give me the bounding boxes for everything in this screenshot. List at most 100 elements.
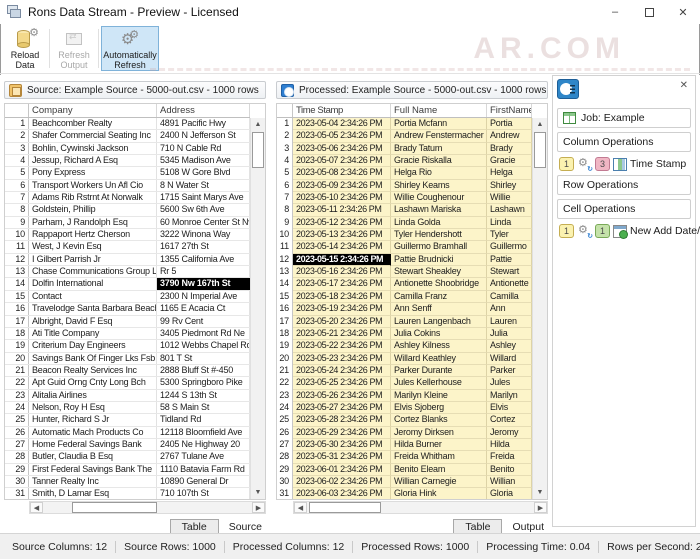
table-row[interactable]: 82023-05-11 2:34:26 PMLashawn MariskaLas… xyxy=(277,204,532,216)
cell[interactable]: Criterium Day Engineers xyxy=(29,340,157,351)
table-row[interactable]: 142023-05-17 2:34:26 PMAntionette Shoobr… xyxy=(277,278,532,290)
table-row[interactable]: 9Parham, J Randolph Esq60 Monroe Center … xyxy=(5,217,250,229)
cell[interactable]: Linda xyxy=(487,217,532,229)
table-row[interactable]: 10Rappaport Hertz Cherson3222 Winona Way xyxy=(5,229,250,241)
cell[interactable]: 2023-05-08 2:34:26 PM xyxy=(293,167,391,179)
cell[interactable]: Andrew Fenstermacher xyxy=(391,130,487,142)
row-number[interactable]: 18 xyxy=(5,328,29,339)
table-row[interactable]: 272023-05-30 2:34:26 PMHilda BurnerHilda xyxy=(277,439,532,451)
cell[interactable]: Savings Bank Of Finger Lks Fsb xyxy=(29,353,157,364)
table-row[interactable]: 24Nelson, Roy H Esq58 S Main St xyxy=(5,402,250,414)
cell[interactable]: Parker Durante xyxy=(391,365,487,377)
cell[interactable]: 99 Rv Cent xyxy=(157,316,250,327)
table-row[interactable]: 18Ati Title Company3405 Piedmont Rd Ne xyxy=(5,328,250,340)
cell[interactable]: Helga Rio xyxy=(391,167,487,179)
cell[interactable]: Ati Title Company xyxy=(29,328,157,339)
reload-data-button[interactable]: ⚙ ReloadData xyxy=(3,26,47,71)
cell[interactable]: Adams Rib Rstrnt At Norwalk xyxy=(29,192,157,203)
cell[interactable]: Brady xyxy=(487,143,532,155)
cell[interactable]: Willie Coughenour xyxy=(391,192,487,204)
row-number[interactable]: 21 xyxy=(277,365,293,377)
row-number[interactable]: 9 xyxy=(5,217,29,228)
scroll-thumb[interactable] xyxy=(309,502,381,513)
row-number[interactable]: 16 xyxy=(5,303,29,314)
cell[interactable]: 2023-05-17 2:34:26 PM xyxy=(293,278,391,290)
tab-output[interactable]: Output xyxy=(512,521,544,533)
table-row[interactable]: 5Pony Express5108 W Gore Blvd xyxy=(5,167,250,179)
cell[interactable]: Jeromy xyxy=(487,427,532,439)
table-row[interactable]: 122023-05-15 2:34:26 PMPattie BrudnickiP… xyxy=(277,254,532,266)
row-number[interactable]: 3 xyxy=(5,143,29,154)
cell[interactable]: 1617 27th St xyxy=(157,241,250,252)
processed-horizontal-scrollbar[interactable]: ◀ ▶ xyxy=(293,501,548,514)
cell[interactable]: Ann xyxy=(487,303,532,315)
cell[interactable]: 8 N Water St xyxy=(157,180,250,191)
table-row[interactable]: 15Contact2300 N Imperial Ave xyxy=(5,291,250,303)
row-header-corner[interactable] xyxy=(5,104,29,117)
table-row[interactable]: 22Apt Guid Orng Cnty Long Bch5300 Spring… xyxy=(5,377,250,389)
cell[interactable]: Camilla Franz xyxy=(391,291,487,303)
cell[interactable]: 2400 N Jefferson St xyxy=(157,130,250,141)
row-number[interactable]: 27 xyxy=(5,439,29,450)
cell[interactable]: 2023-05-04 2:34:26 PM xyxy=(293,118,391,130)
table-row[interactable]: 182023-05-21 2:34:26 PMJulia CokinsJulia xyxy=(277,328,532,340)
cell[interactable]: 2023-05-22 2:34:26 PM xyxy=(293,340,391,352)
row-number[interactable]: 28 xyxy=(5,451,29,462)
table-row[interactable]: 302023-06-02 2:34:26 PMWillian CarnegieW… xyxy=(277,476,532,488)
table-row[interactable]: 8Goldstein, Phillip5600 Sw 6th Ave xyxy=(5,204,250,216)
cell[interactable]: Hilda Burner xyxy=(391,439,487,451)
row-number[interactable]: 13 xyxy=(277,266,293,278)
cell[interactable]: Dolfin International xyxy=(29,278,157,289)
table-row[interactable]: 282023-05-31 2:34:26 PMFreida WhithamFre… xyxy=(277,451,532,463)
row-number[interactable]: 15 xyxy=(277,291,293,303)
cell[interactable]: 710 N Cable Rd xyxy=(157,143,250,154)
cell[interactable]: 2023-05-05 2:34:26 PM xyxy=(293,130,391,142)
cell[interactable]: Shirley Keams xyxy=(391,180,487,192)
tab-source[interactable]: Source xyxy=(229,521,262,533)
cell[interactable]: 2405 Ne Highway 20 xyxy=(157,439,250,450)
cell[interactable]: Elvis xyxy=(487,402,532,414)
cell[interactable]: 2023-05-16 2:34:26 PM xyxy=(293,266,391,278)
row-number[interactable]: 26 xyxy=(5,427,29,438)
cell[interactable]: 3790 Nw 167th St xyxy=(157,278,250,289)
row-header-corner[interactable] xyxy=(277,104,293,117)
cell[interactable]: Tyler Hendershott xyxy=(391,229,487,241)
cell[interactable]: Jules Kellerhouse xyxy=(391,377,487,389)
table-row[interactable]: 7Adams Rib Rstrnt At Norwalk1715 Saint M… xyxy=(5,192,250,204)
cell[interactable]: Rr 5 xyxy=(157,266,250,277)
table-row[interactable]: 19Criterium Day Engineers1012 Webbs Chap… xyxy=(5,340,250,352)
table-row[interactable]: 152023-05-18 2:34:26 PMCamilla FranzCami… xyxy=(277,291,532,303)
row-number[interactable]: 18 xyxy=(277,328,293,340)
table-row[interactable]: 14Dolfin International3790 Nw 167th St xyxy=(5,278,250,290)
cell[interactable]: First Federal Savings Bank The xyxy=(29,464,157,475)
cell[interactable]: 2023-05-31 2:34:26 PM xyxy=(293,451,391,463)
cell[interactable]: 2767 Tulane Ave xyxy=(157,451,250,462)
table-row[interactable]: 102023-05-13 2:34:26 PMTyler Hendershott… xyxy=(277,229,532,241)
row-number[interactable]: 13 xyxy=(5,266,29,277)
table-row[interactable]: 72023-05-10 2:34:26 PMWillie CoughenourW… xyxy=(277,192,532,204)
cell[interactable]: 4891 Pacific Hwy xyxy=(157,118,250,129)
cell[interactable]: Linda Golda xyxy=(391,217,487,229)
row-number[interactable]: 1 xyxy=(277,118,293,130)
cell[interactable]: 2023-05-14 2:34:26 PM xyxy=(293,241,391,253)
table-row[interactable]: 132023-05-16 2:34:26 PMStewart SheakleyS… xyxy=(277,266,532,278)
cell[interactable]: Rappaport Hertz Cherson xyxy=(29,229,157,240)
cell[interactable]: 3222 Winona Way xyxy=(157,229,250,240)
table-row[interactable]: 27Home Federal Savings Bank2405 Ne Highw… xyxy=(5,439,250,451)
cell[interactable]: Pattie Brudnicki xyxy=(391,254,487,266)
refresh-output-button[interactable]: RefreshOutput xyxy=(52,26,96,71)
cell[interactable]: Bohlin, Cywinski Jackson xyxy=(29,143,157,154)
table-row[interactable]: 21Beacon Realty Services Inc2888 Bluff S… xyxy=(5,365,250,377)
cell[interactable]: 60 Monroe Center St Nw xyxy=(157,217,250,228)
row-number[interactable]: 10 xyxy=(5,229,29,240)
automatically-refresh-button[interactable]: ⚙⚙ AutomaticallyRefresh xyxy=(101,26,159,71)
row-number[interactable]: 5 xyxy=(277,167,293,179)
row-number[interactable]: 3 xyxy=(277,143,293,155)
row-number[interactable]: 29 xyxy=(5,464,29,475)
cell[interactable]: 12118 Bloomfield Ave xyxy=(157,427,250,438)
cell[interactable]: 1355 California Ave xyxy=(157,254,250,265)
cell[interactable]: 1715 Saint Marys Ave xyxy=(157,192,250,203)
cell[interactable]: Beachcomber Realty xyxy=(29,118,157,129)
job-header[interactable]: Job: Example xyxy=(557,108,691,128)
cell[interactable]: Portia Mcfann xyxy=(391,118,487,130)
